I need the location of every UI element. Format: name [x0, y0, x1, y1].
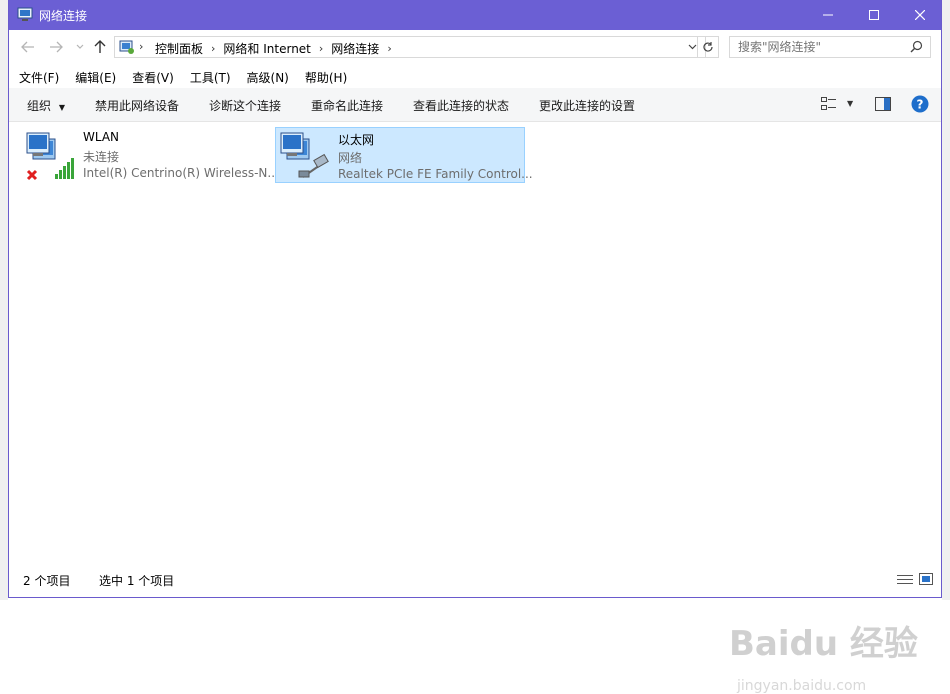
preview-pane-icon[interactable]: [875, 97, 891, 114]
address-bar[interactable]: › 控制面板 › 网络和 Internet › 网络连接 ›: [114, 36, 706, 58]
connection-item-ethernet[interactable]: 以太网 网络 Realtek PCIe FE Family Control...: [275, 127, 533, 184]
forward-arrow-icon[interactable]: [47, 38, 65, 56]
disable-device-button[interactable]: 禁用此网络设备: [95, 97, 179, 114]
baidu-watermark-logo: Baidu 经验: [729, 616, 918, 665]
organize-button[interactable]: 组织 ▼: [27, 97, 65, 114]
svg-text:?: ?: [917, 98, 924, 112]
breadcrumb-control-panel[interactable]: 控制面板: [155, 40, 203, 57]
help-icon[interactable]: ?: [911, 95, 929, 116]
connection-name: WLAN: [83, 130, 120, 144]
connection-device: Realtek PCIe FE Family Control...: [338, 167, 533, 181]
window-title: 网络连接: [39, 9, 88, 23]
navigation-bar: › 控制面板 › 网络和 Internet › 网络连接 ›: [9, 30, 941, 64]
recent-locations-chevron-icon[interactable]: [71, 38, 89, 56]
search-input[interactable]: [738, 40, 906, 54]
breadcrumb-separator-icon[interactable]: ›: [319, 42, 323, 55]
view-options-dropdown-icon[interactable]: ▼: [847, 99, 853, 108]
menu-file[interactable]: 文件(F): [19, 69, 59, 86]
breadcrumb-network-connections[interactable]: 网络连接: [331, 40, 379, 57]
organize-dropdown-icon: ▼: [58, 103, 65, 112]
up-arrow-icon[interactable]: [91, 38, 109, 56]
search-icon[interactable]: [910, 40, 923, 56]
refresh-icon: [703, 42, 713, 52]
wireless-network-disconnected-icon: [23, 131, 77, 184]
breadcrumb-separator-icon[interactable]: ›: [387, 42, 391, 55]
breadcrumb: 控制面板 › 网络和 Internet › 网络连接 ›: [155, 40, 400, 57]
control-panel-icon: [119, 39, 135, 58]
desktop-background-right: [942, 0, 950, 600]
breadcrumb-separator-icon[interactable]: ›: [211, 42, 215, 55]
command-bar: 组织 ▼ 禁用此网络设备 诊断这个连接 重命名此连接 查看此连接的状态 更改此连…: [9, 88, 941, 122]
rename-connection-button[interactable]: 重命名此连接: [311, 97, 383, 114]
diagnose-connection-button[interactable]: 诊断这个连接: [209, 97, 281, 114]
breadcrumb-network-internet[interactable]: 网络和 Internet: [223, 40, 310, 57]
details-view-icon[interactable]: [897, 574, 913, 589]
breadcrumb-root-chevron-icon[interactable]: ›: [139, 40, 143, 53]
ethernet-network-icon: [277, 131, 331, 184]
menu-edit[interactable]: 编辑(E): [75, 69, 116, 86]
refresh-button[interactable]: [697, 36, 719, 58]
menu-bar: 文件(F) 编辑(E) 查看(V) 工具(T) 高级(N) 帮助(H): [9, 66, 941, 88]
title-bar[interactable]: 网络连接: [9, 0, 941, 30]
connections-list: WLAN 未连接 Intel(R) Centrino(R) Wireless-N…: [9, 121, 941, 694]
maximize-button[interactable]: [851, 0, 897, 30]
watermark-brand: Baidu 经验: [729, 624, 918, 664]
back-arrow-icon[interactable]: [19, 38, 37, 56]
network-connections-app-icon: [17, 7, 33, 23]
watermark-url: jingyan.baidu.com: [737, 678, 867, 694]
item-count: 2 个项目: [23, 574, 71, 588]
connection-name: 以太网: [338, 133, 375, 147]
search-box[interactable]: [729, 36, 931, 58]
connection-device: Intel(R) Centrino(R) Wireless-N...: [83, 166, 279, 180]
change-settings-button[interactable]: 更改此连接的设置: [539, 97, 635, 114]
menu-help[interactable]: 帮助(H): [305, 69, 347, 86]
organize-label: 组织: [27, 99, 52, 113]
close-button[interactable]: [897, 0, 943, 30]
menu-tools[interactable]: 工具(T): [190, 69, 231, 86]
status-bar: 2 个项目 选中 1 个项目: [9, 569, 941, 597]
menu-view[interactable]: 查看(V): [132, 69, 174, 86]
selected-count: 选中 1 个项目: [99, 574, 175, 588]
connection-item-wlan[interactable]: WLAN 未连接 Intel(R) Centrino(R) Wireless-N…: [21, 127, 279, 184]
desktop-background-left: [0, 0, 8, 600]
explorer-window: 网络连接 › 控制面板 › 网络和 Internet › 网络连接 › 搜索"网…: [8, 0, 942, 694]
connection-status: 网络: [338, 151, 363, 165]
minimize-button[interactable]: [805, 0, 851, 30]
view-status-button[interactable]: 查看此连接的状态: [413, 97, 509, 114]
connection-status: 未连接: [83, 150, 120, 164]
menu-advanced[interactable]: 高级(N): [247, 69, 289, 86]
large-icons-view-icon[interactable]: [919, 573, 933, 588]
change-view-icon[interactable]: [821, 97, 837, 114]
